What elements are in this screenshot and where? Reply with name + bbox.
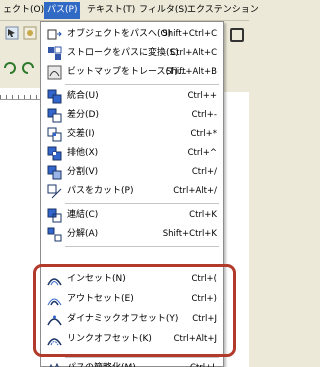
menu-item-break-apart[interactable]: 分解(A) Shift+Ctrl+K bbox=[41, 225, 223, 244]
menu-item-division[interactable]: 分割(V) Ctrl+/ bbox=[41, 163, 223, 182]
menu-item-intersection[interactable]: 交差(I) Ctrl+* bbox=[41, 125, 223, 144]
difference-icon bbox=[47, 108, 62, 123]
menu-item-shortcut: Ctrl+K bbox=[189, 210, 217, 220]
menu-filters[interactable]: フィルタ(S) bbox=[136, 2, 191, 19]
menu-item-label: オブジェクトをパスへ(O) bbox=[67, 29, 172, 39]
menu-item-difference[interactable]: 差分(D) Ctrl+- bbox=[41, 106, 223, 125]
menu-separator bbox=[65, 357, 219, 358]
menu-path[interactable]: パス(P) bbox=[44, 2, 81, 19]
menu-item-shortcut: Ctrl+Alt+/ bbox=[173, 186, 217, 196]
menu-extensions[interactable]: エクステンション bbox=[184, 2, 262, 19]
menu-separator bbox=[65, 84, 219, 85]
menu-separator bbox=[65, 246, 219, 247]
menu-item-simplify[interactable]: パスの簡略化(M) Ctrl+L bbox=[41, 359, 223, 367]
menu-item-label: 排他(X) bbox=[67, 148, 99, 158]
menu-item-shortcut: Ctrl+Alt+C bbox=[170, 48, 217, 58]
rotate-icon[interactable] bbox=[2, 60, 18, 76]
menu-item-shortcut: Shift+Ctrl+C bbox=[162, 29, 217, 39]
menu-item-shortcut: Ctrl+/ bbox=[191, 167, 217, 177]
object-to-path-icon bbox=[47, 29, 62, 40]
menu-item-shortcut: Ctrl+^ bbox=[187, 148, 217, 158]
cut-path-icon bbox=[47, 184, 62, 199]
menu-item-label: パスの簡略化(M) bbox=[67, 359, 136, 367]
horizontal-ruler bbox=[0, 88, 40, 100]
menu-item-label: 分割(V) bbox=[67, 167, 99, 177]
menu-item-label: 連結(C) bbox=[67, 210, 99, 220]
menu-separator bbox=[65, 203, 219, 204]
menu-item-shortcut: Ctrl+- bbox=[191, 110, 217, 120]
menu-item-shortcut: Shift+Ctrl+K bbox=[162, 229, 217, 239]
menu-item-shortcut: Shift+Alt+B bbox=[166, 67, 217, 77]
menu-item-label: 交差(I) bbox=[67, 129, 95, 139]
menu-item-shortcut: Ctrl+* bbox=[190, 129, 218, 139]
division-icon bbox=[47, 165, 62, 180]
menu-item-label: 差分(D) bbox=[67, 110, 99, 120]
menu-item-label: 分解(A) bbox=[67, 229, 99, 239]
trace-bitmap-icon bbox=[47, 65, 62, 80]
simplify-icon bbox=[49, 362, 59, 367]
intersection-icon bbox=[47, 127, 62, 142]
combine-icon bbox=[47, 208, 62, 223]
exclusion-icon bbox=[47, 146, 62, 161]
toolbar-left-2 bbox=[0, 58, 40, 80]
menu-item-stroke-to-path[interactable]: ストロークをパスに変換(S) Ctrl+Alt+C bbox=[41, 44, 223, 63]
toolbar-left bbox=[0, 22, 40, 44]
menu-item-exclusion[interactable]: 排他(X) Ctrl+^ bbox=[41, 144, 223, 163]
menu-item-label: 統合(U) bbox=[67, 91, 99, 101]
menu-item-union[interactable]: 統合(U) Ctrl++ bbox=[41, 87, 223, 106]
menu-item-label: ストロークをパスに変換(S) bbox=[67, 48, 179, 58]
flip-icon[interactable] bbox=[20, 60, 36, 76]
snap-toggle-icon[interactable] bbox=[230, 28, 244, 42]
node-tool-icon[interactable] bbox=[22, 25, 38, 41]
menu-text[interactable]: テキスト(T) bbox=[84, 2, 138, 19]
menu-item-shortcut: Ctrl+L bbox=[190, 359, 217, 367]
menu-item-shortcut: Ctrl++ bbox=[187, 91, 217, 101]
menu-item-trace-bitmap[interactable]: ビットマップをトレース(T)... Shift+Alt+B bbox=[41, 63, 223, 82]
break-apart-icon bbox=[47, 227, 62, 242]
union-icon bbox=[47, 89, 62, 104]
menu-item-object-to-path[interactable]: オブジェクトをパスへ(O) Shift+Ctrl+C bbox=[41, 25, 223, 44]
highlight-annotation bbox=[33, 264, 236, 357]
selection-tool-icon[interactable] bbox=[4, 25, 20, 41]
menu-item-label: パスをカット(P) bbox=[67, 186, 134, 196]
menu-item-combine[interactable]: 連結(C) Ctrl+K bbox=[41, 206, 223, 225]
stroke-to-path-icon bbox=[48, 46, 62, 60]
menu-item-cut-path[interactable]: パスをカット(P) Ctrl+Alt+/ bbox=[41, 182, 223, 201]
menu-bar: ェクト(O) パス(P) テキスト(T) フィルタ(S) エクステンション bbox=[0, 0, 259, 21]
menu-object[interactable]: ェクト(O) bbox=[0, 2, 47, 19]
